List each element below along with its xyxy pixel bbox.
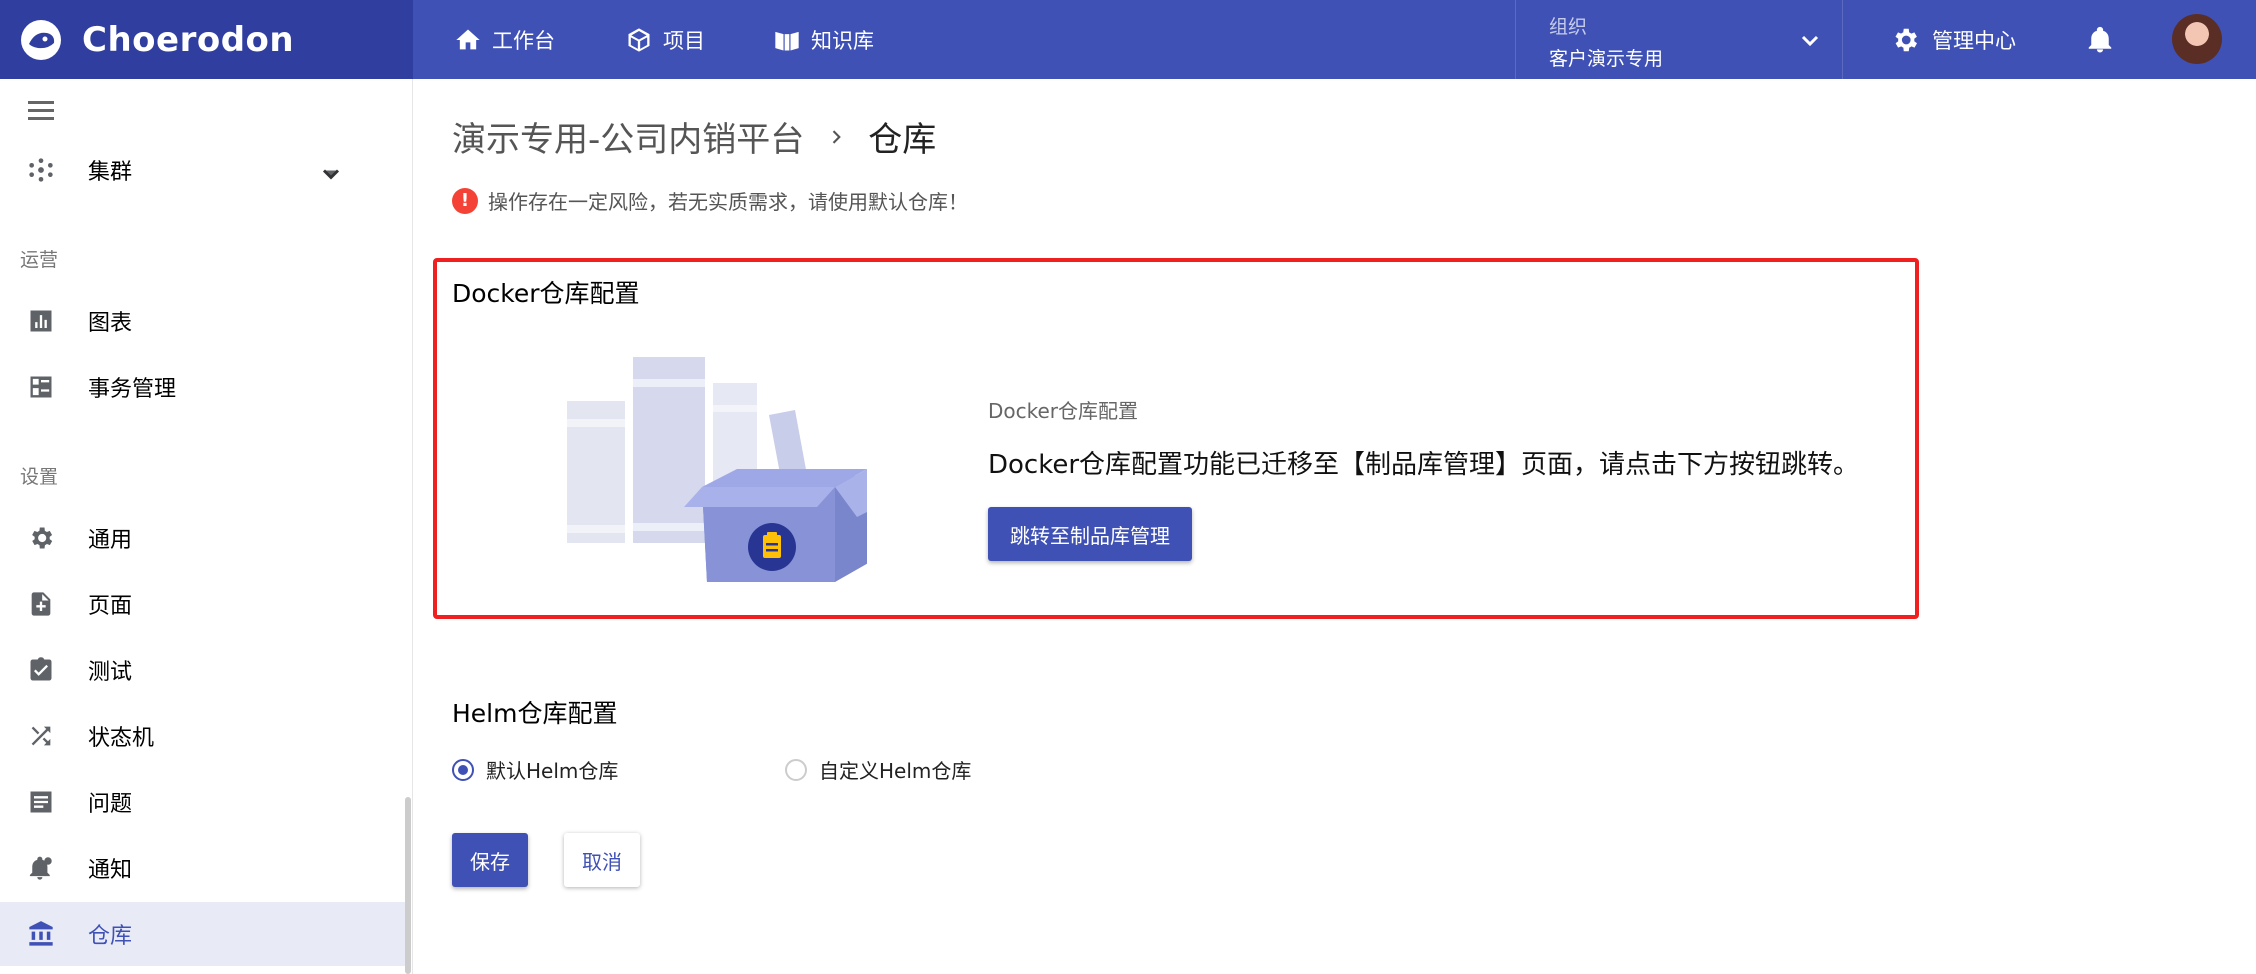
sidebar-item-general[interactable]: 通用 xyxy=(0,506,410,570)
gear-icon xyxy=(1895,28,1917,51)
sidebar-item-label: 通知 xyxy=(88,858,133,883)
sidebar-scrollbar[interactable] xyxy=(405,797,411,974)
radio-checked[interactable] xyxy=(452,758,474,781)
brand-name: Choerodon xyxy=(82,19,295,60)
org-selector[interactable]: 组织 客户演示专用 xyxy=(1515,0,1843,79)
cube-icon xyxy=(628,27,650,52)
top-bar: Choerodon 工作台 项目 知识库 组织 客户演示专用 管理中心 xyxy=(0,0,2256,79)
radio-custom-helm[interactable]: 自定义Helm仓库 xyxy=(785,755,971,784)
sidebar-item-cluster[interactable]: 集群 xyxy=(0,138,410,202)
sidebar-item-label: 问题 xyxy=(88,792,133,817)
notification-icon xyxy=(29,856,52,880)
helm-section-title: Helm仓库配置 xyxy=(452,699,618,728)
open-box-illustration xyxy=(567,357,867,582)
nav-workbench[interactable]: 工作台 xyxy=(454,0,555,79)
docker-section-title: Docker仓库配置 xyxy=(452,279,640,308)
sidebar-item-page[interactable]: 页面 xyxy=(0,572,410,636)
sidebar-item-cluster[interactable] xyxy=(0,79,410,143)
sidebar-item-label: 页面 xyxy=(88,594,133,619)
sidebar-item-notify[interactable]: 通知 xyxy=(0,836,410,900)
gear-icon xyxy=(32,527,53,549)
sidebar-item-label: 集群 xyxy=(88,160,133,185)
alert-icon: ! xyxy=(452,187,478,214)
admin-center-link[interactable]: 管理中心 xyxy=(1890,0,2016,79)
nav-label: 知识库 xyxy=(811,28,874,53)
breadcrumb-parent[interactable]: 演示专用-公司内销平台 xyxy=(452,112,804,161)
admin-label: 管理中心 xyxy=(1932,28,2016,53)
radio-unchecked[interactable] xyxy=(785,758,807,781)
cancel-button[interactable]: 取消 xyxy=(564,833,640,887)
chart-icon xyxy=(30,310,52,332)
jump-to-artifact-button[interactable]: 跳转至制品库管理 xyxy=(988,507,1192,561)
nav-knowledge[interactable]: 知识库 xyxy=(773,0,874,79)
chevron-down-icon xyxy=(322,169,340,180)
risk-warning: ! 操作存在一定风险，若无实质需求，请使用默认仓库！ xyxy=(452,186,968,215)
cluster-icon xyxy=(29,158,53,182)
sidebar-item-label: 状态机 xyxy=(88,726,155,751)
docker-config-section: Docker仓库配置 Docker仓库配置 Docker仓库配置功能已迁移至【制… xyxy=(433,258,1919,619)
avatar[interactable] xyxy=(2172,14,2222,64)
org-value: 客户演示专用 xyxy=(1549,48,1664,70)
sidebar-item-label: 仓库 xyxy=(88,924,133,949)
nav-project[interactable]: 项目 xyxy=(625,0,705,79)
sidebar-item-task[interactable]: 事务管理 xyxy=(0,355,410,419)
sidebar-item-chart[interactable]: 图表 xyxy=(0,289,410,353)
group-label-settings: 设置 xyxy=(20,466,59,488)
chevron-right-icon xyxy=(833,129,842,144)
task-board-icon xyxy=(30,376,52,398)
sidebar-item-label: 测试 xyxy=(88,660,133,685)
sidebar-item-repository[interactable]: 仓库 xyxy=(0,902,410,966)
breadcrumb: 演示专用-公司内销平台 仓库 xyxy=(452,112,936,161)
book-icon xyxy=(775,31,799,50)
sidebar-item-label: 通用 xyxy=(88,528,133,553)
sidebar-item-test[interactable]: 测试 xyxy=(0,638,410,702)
brand[interactable]: Choerodon xyxy=(0,0,413,79)
radio-default-helm[interactable]: 默认Helm仓库 xyxy=(452,755,618,784)
docker-subtitle: Docker仓库配置 xyxy=(988,399,1139,423)
page-title: 仓库 xyxy=(868,120,937,160)
shuffle-icon xyxy=(31,726,51,746)
org-label: 组织 xyxy=(1549,16,1588,38)
list-icon xyxy=(30,791,52,813)
group-label-ops: 运营 xyxy=(20,249,59,271)
sidebar-item-issue[interactable]: 问题 xyxy=(0,770,410,834)
sidebar-item-label: 图表 xyxy=(88,311,133,336)
sidebar-item-label: 事务管理 xyxy=(88,377,177,402)
home-icon xyxy=(456,29,480,49)
chevron-down-icon xyxy=(1801,35,1819,47)
nav-label: 项目 xyxy=(663,28,705,53)
bank-icon xyxy=(29,921,53,946)
sidebar-item-state-machine[interactable]: 状态机 xyxy=(0,704,410,768)
bell-icon[interactable] xyxy=(2085,25,2115,55)
radio-label: 自定义Helm仓库 xyxy=(819,759,972,783)
warning-text: 操作存在一定风险，若无实质需求，请使用默认仓库！ xyxy=(488,190,968,214)
clipboard-check-icon xyxy=(30,657,52,681)
nav-label: 工作台 xyxy=(492,28,555,53)
page-add-icon xyxy=(31,592,51,616)
sidebar: 集群 运营 图表 事务管理 设置 通用 页面 测试 状态机 问题 通知 仓库 xyxy=(0,79,413,974)
docker-description: Docker仓库配置功能已迁移至【制品库管理】页面，请点击下方按钮跳转。 xyxy=(988,450,1860,480)
save-button[interactable]: 保存 xyxy=(452,833,528,887)
radio-label: 默认Helm仓库 xyxy=(486,759,619,783)
choerodon-logo-icon xyxy=(21,19,61,60)
